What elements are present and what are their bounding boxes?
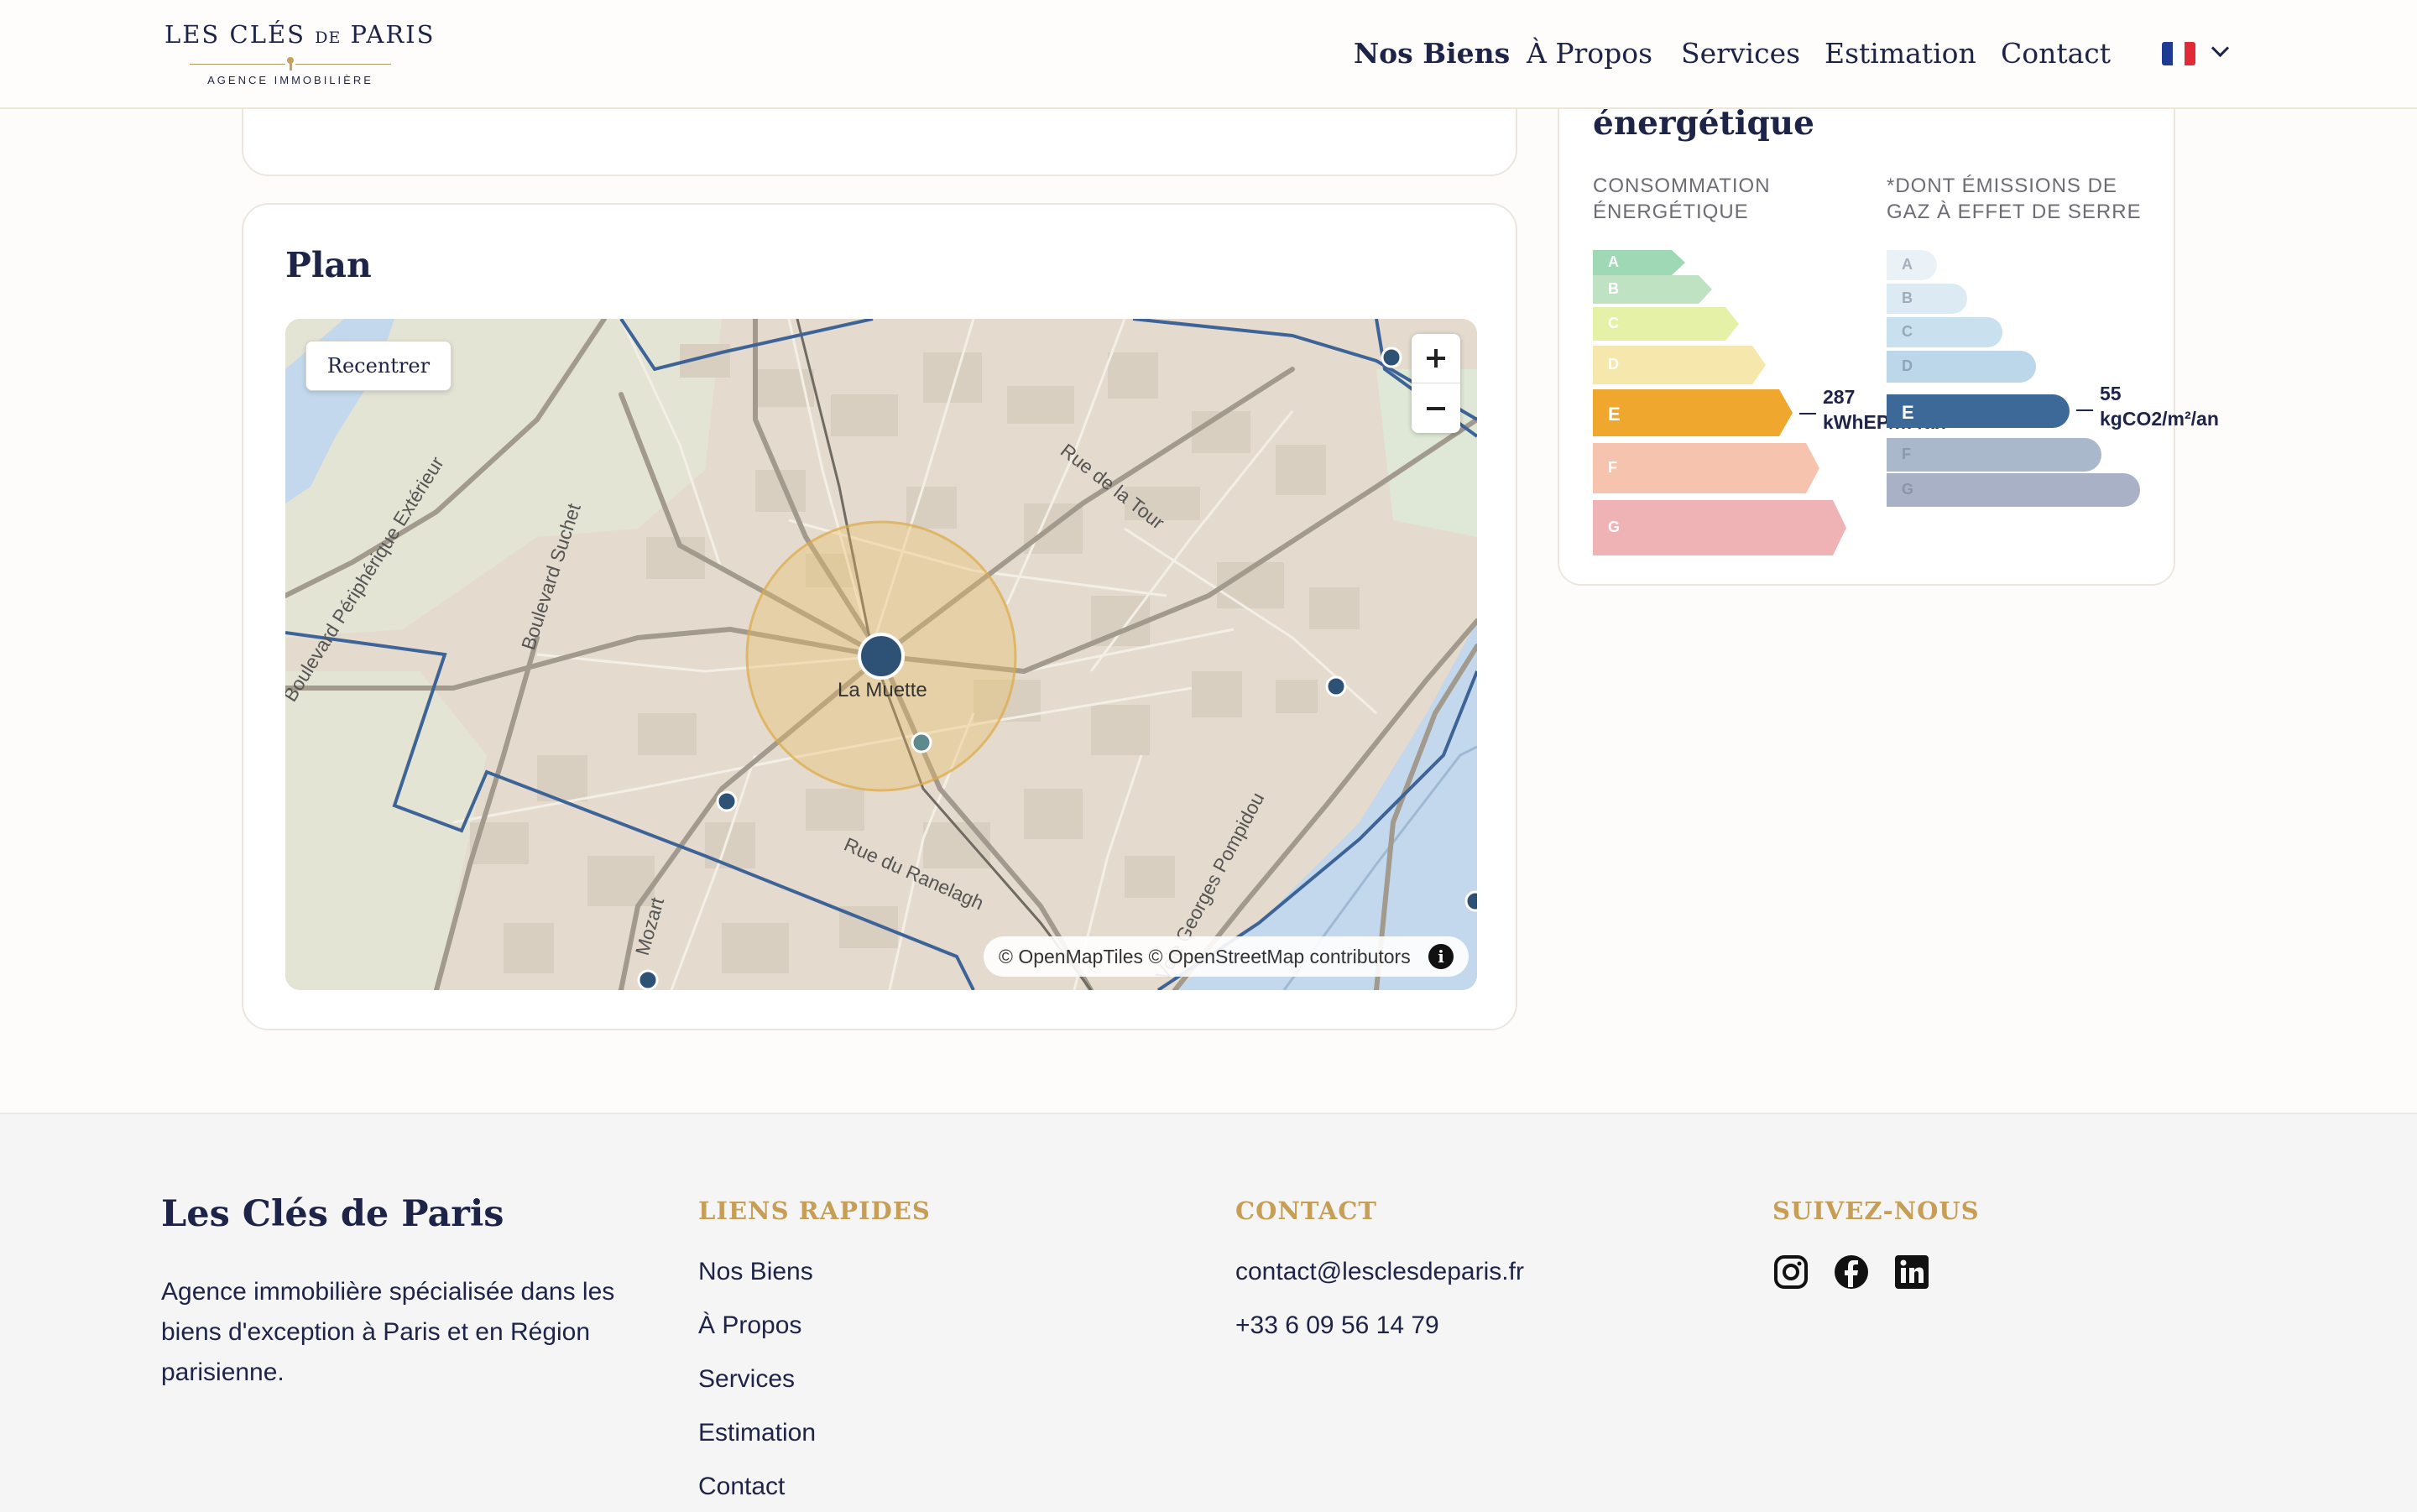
recenter-button[interactable]: Recentrer	[305, 341, 452, 391]
footer-link-estimation[interactable]: Estimation	[698, 1416, 816, 1450]
place-label: La Muette	[838, 679, 927, 701]
ghg-value-dash	[2076, 409, 2093, 411]
map-attribution[interactable]: © OpenMapTiles © OpenStreetMap contribut…	[984, 936, 1469, 977]
instagram-icon[interactable]	[1772, 1254, 1809, 1290]
nav-contact[interactable]: Contact	[2001, 35, 2111, 72]
dpe-bar-letter: D	[1608, 356, 1619, 373]
energy-card-title: énergétique	[1593, 104, 1814, 143]
contact-title: CONTACT	[1235, 1197, 1378, 1225]
site-logo[interactable]: LES CLÉS DE PARIS AGENCE IMMOBILIÈRE	[164, 20, 436, 91]
dpe-bar-letter: C	[1608, 315, 1619, 331]
dpe-bar-letter: B	[1608, 280, 1619, 297]
flag-fr-icon	[2162, 42, 2195, 65]
dpe-bar-letter: A	[1902, 256, 1913, 273]
nav-nos-biens[interactable]: Nos Biens	[1354, 35, 1510, 72]
footer-brand: Les Clés de Paris	[161, 1193, 504, 1235]
energy-consumption-label: CONSOMMATION ÉNERGÉTIQUE	[1593, 175, 1771, 223]
quick-links-title: LIENS RAPIDES	[698, 1197, 931, 1225]
info-icon[interactable]: i	[1428, 944, 1454, 969]
footer-phone-link[interactable]: +33 6 09 56 14 79	[1235, 1309, 1439, 1343]
energy-value-dash	[1799, 413, 1816, 414]
minus-icon	[1427, 407, 1445, 410]
footer-link-services[interactable]: Services	[698, 1363, 795, 1396]
social-title: SUIVEZ-NOUS	[1772, 1197, 1980, 1225]
dpe-bar-letter: F	[1608, 459, 1617, 476]
dpe-bar-c: C	[1887, 317, 2002, 347]
dpe-bar-letter: E	[1902, 402, 1914, 423]
plan-card: Plan La Muette Boulevard Périphérique Ex…	[242, 203, 1517, 1030]
dpe-bar-letter: B	[1902, 289, 1913, 306]
dpe-bar-g: G	[1593, 500, 1846, 555]
facebook-icon[interactable]	[1833, 1254, 1870, 1290]
dpe-bar-letter: E	[1608, 404, 1621, 425]
footer-description: Agence immobilière spécialisée dans les …	[161, 1278, 615, 1386]
dpe-bar-c: C	[1593, 307, 1739, 341]
dpe-bar-letter: G	[1902, 481, 1914, 498]
zoom-out-button[interactable]	[1412, 384, 1460, 433]
dpe-bar-f: F	[1887, 438, 2101, 472]
chevron-down-icon	[2211, 39, 2230, 58]
dpe-bar-letter: D	[1902, 357, 1913, 374]
logo-tagline: AGENCE IMMOBILIÈRE	[207, 74, 373, 86]
footer-link-a-propos[interactable]: À Propos	[698, 1309, 801, 1343]
plan-title: Plan	[285, 245, 372, 285]
dpe-bar-d: D	[1593, 346, 1766, 384]
dpe-bar-f: F	[1593, 443, 1819, 493]
nav-services[interactable]: Services	[1681, 35, 1800, 72]
dpe-bar-letter: F	[1902, 446, 1911, 462]
site-footer: Les Clés de Paris Agence immobilière spé…	[0, 1113, 2417, 1512]
language-selector[interactable]	[2160, 39, 2237, 69]
dpe-bar-d: D	[1887, 351, 2036, 383]
ghg-emissions-label: *DONT ÉMISSIONS DE GAZ À EFFET DE SERRE	[1887, 175, 2142, 223]
dpe-bar-g: G	[1887, 473, 2140, 507]
dpe-bar-a: A	[1593, 250, 1685, 275]
map-tiles[interactable]: La Muette Boulevard Périphérique Extérie…	[285, 319, 1477, 990]
dpe-bar-letter: C	[1902, 323, 1913, 340]
zoom-controls	[1412, 334, 1460, 433]
key-icon	[285, 57, 295, 70]
ghg-value: 55 kgCO2/m²/an	[2100, 383, 2219, 430]
dpe-bar-e: E	[1593, 389, 1793, 436]
nav-estimation[interactable]: Estimation	[1824, 35, 1976, 72]
footer-link-nos-biens[interactable]: Nos Biens	[698, 1255, 813, 1289]
footer-email-link[interactable]: contact@lesclesdeparis.fr	[1235, 1255, 1524, 1289]
dpe-bar-e: E	[1887, 394, 2070, 428]
linkedin-icon[interactable]	[1893, 1254, 1930, 1290]
dpe-bar-letter: A	[1608, 253, 1619, 270]
site-header: LES CLÉS DE PARIS AGENCE IMMOBILIÈRE Nos…	[0, 0, 2417, 109]
dpe-bar-b: B	[1887, 284, 1967, 314]
logo-rule	[164, 57, 416, 70]
dpe-bar-b: B	[1593, 275, 1712, 304]
map[interactable]: La Muette Boulevard Périphérique Extérie…	[285, 319, 1477, 990]
footer-link-contact[interactable]: Contact	[698, 1470, 785, 1504]
dpe-bar-letter: G	[1608, 519, 1621, 535]
dpe-bar-a: A	[1887, 250, 1937, 280]
zoom-in-button[interactable]	[1412, 334, 1460, 383]
nav-a-propos[interactable]: À Propos	[1527, 35, 1652, 72]
energy-card: énergétique CONSOMMATION ÉNERGÉTIQUE *DON…	[1558, 50, 2219, 586]
plus-icon	[1434, 349, 1438, 368]
logo-wordmark: LES CLÉS DE PARIS	[164, 20, 436, 49]
